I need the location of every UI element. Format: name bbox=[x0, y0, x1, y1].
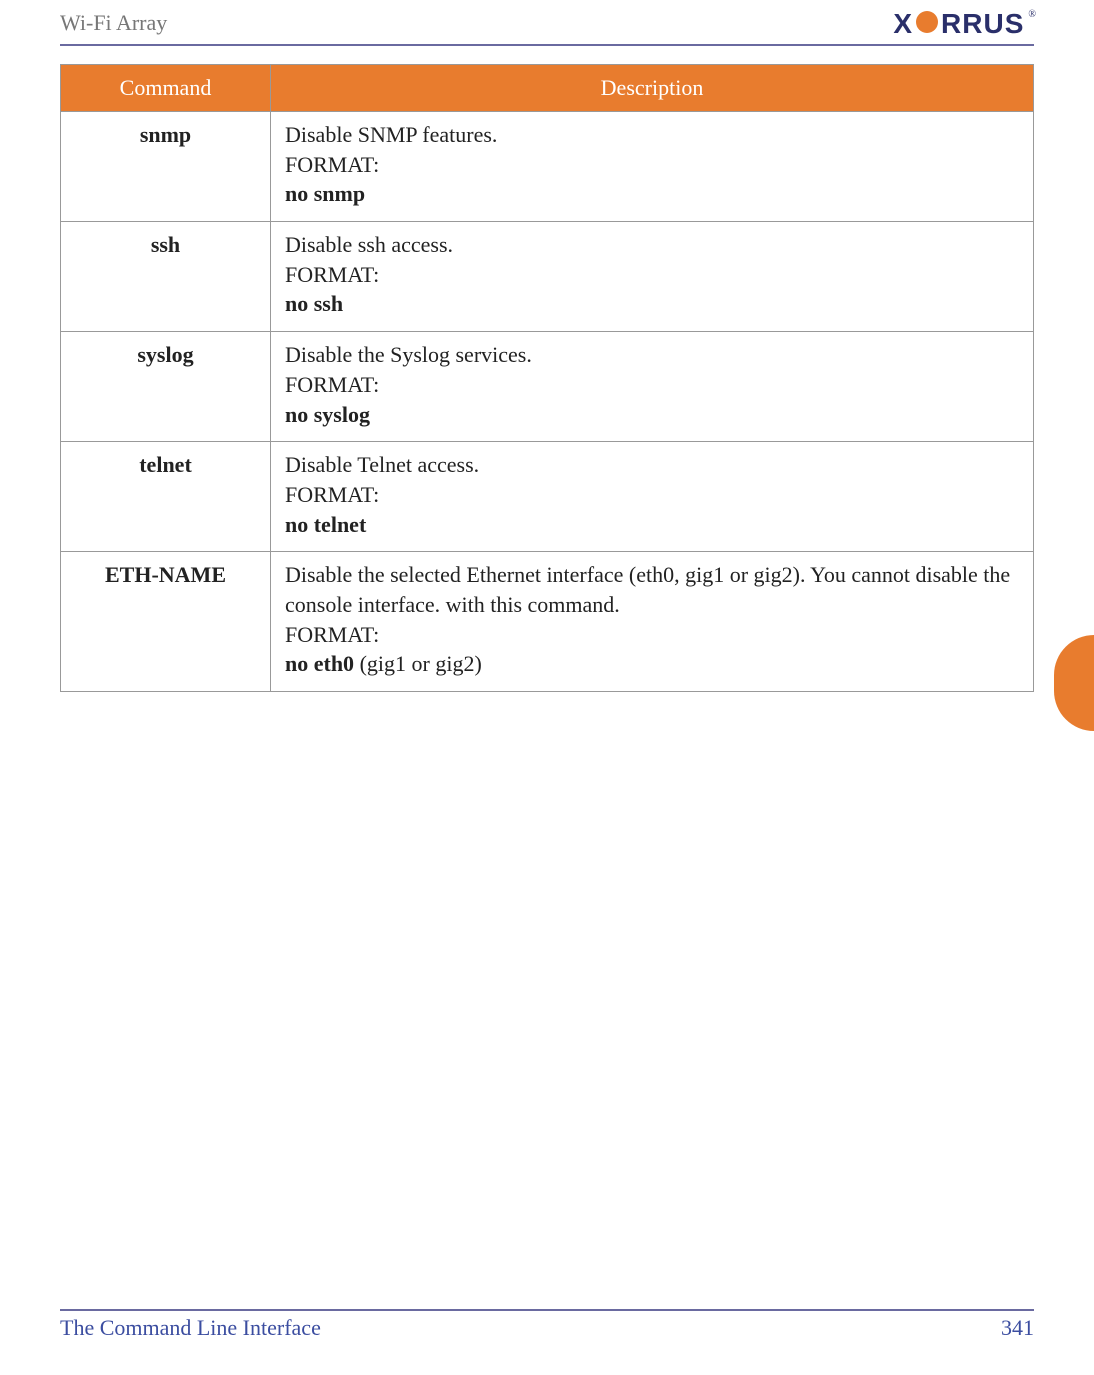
desc-text: Disable SNMP features. bbox=[285, 120, 1019, 150]
table-header-row: Command Description bbox=[61, 65, 1034, 112]
cmd-desc: Disable the Syslog services. FORMAT: no … bbox=[271, 332, 1034, 442]
table-row: ETH-NAME Disable the selected Ethernet i… bbox=[61, 552, 1034, 692]
cmd-desc: Disable ssh access. FORMAT: no ssh bbox=[271, 222, 1034, 332]
th-description: Description bbox=[271, 65, 1034, 112]
cmd-desc: Disable the selected Ethernet interface … bbox=[271, 552, 1034, 692]
table-row: snmp Disable SNMP features. FORMAT: no s… bbox=[61, 112, 1034, 222]
logo-dot-icon bbox=[916, 11, 938, 33]
format-command: no eth0 (gig1 or gig2) bbox=[285, 649, 1019, 679]
format-label: FORMAT: bbox=[285, 150, 1019, 180]
header-title: Wi-Fi Array bbox=[60, 6, 167, 36]
cmd-name: ssh bbox=[61, 222, 271, 332]
th-command: Command bbox=[61, 65, 271, 112]
footer-title: The Command Line Interface bbox=[60, 1315, 321, 1341]
format-command: no snmp bbox=[285, 179, 1019, 209]
cmd-name: snmp bbox=[61, 112, 271, 222]
format-label: FORMAT: bbox=[285, 370, 1019, 400]
registered-mark: ® bbox=[1028, 9, 1036, 20]
table-row: syslog Disable the Syslog services. FORM… bbox=[61, 332, 1034, 442]
brand-logo: X RRUS ® bbox=[893, 6, 1034, 40]
side-tab-icon bbox=[1054, 635, 1094, 731]
footer-page-number: 341 bbox=[1001, 1315, 1034, 1341]
desc-text: Disable Telnet access. bbox=[285, 450, 1019, 480]
cmd-desc: Disable Telnet access. FORMAT: no telnet bbox=[271, 442, 1034, 552]
format-command: no syslog bbox=[285, 400, 1019, 430]
desc-text: Disable ssh access. bbox=[285, 230, 1019, 260]
format-command: no telnet bbox=[285, 510, 1019, 540]
content-area: Command Description snmp Disable SNMP fe… bbox=[60, 46, 1034, 692]
desc-text: Disable the Syslog services. bbox=[285, 340, 1019, 370]
cmd-desc: Disable SNMP features. FORMAT: no snmp bbox=[271, 112, 1034, 222]
cmd-name: ETH-NAME bbox=[61, 552, 271, 692]
desc-text: Disable the selected Ethernet interface … bbox=[285, 560, 1019, 619]
format-command: no ssh bbox=[285, 289, 1019, 319]
cmd-name: syslog bbox=[61, 332, 271, 442]
logo-text-pre: X bbox=[893, 8, 913, 40]
page-header: Wi-Fi Array X RRUS ® bbox=[60, 0, 1034, 46]
logo-text-post: RRUS bbox=[941, 8, 1024, 40]
cmd-name: telnet bbox=[61, 442, 271, 552]
format-label: FORMAT: bbox=[285, 620, 1019, 650]
format-label: FORMAT: bbox=[285, 480, 1019, 510]
format-label: FORMAT: bbox=[285, 260, 1019, 290]
page-footer: The Command Line Interface 341 bbox=[60, 1309, 1034, 1341]
table-row: telnet Disable Telnet access. FORMAT: no… bbox=[61, 442, 1034, 552]
table-row: ssh Disable ssh access. FORMAT: no ssh bbox=[61, 222, 1034, 332]
command-table: Command Description snmp Disable SNMP fe… bbox=[60, 64, 1034, 692]
